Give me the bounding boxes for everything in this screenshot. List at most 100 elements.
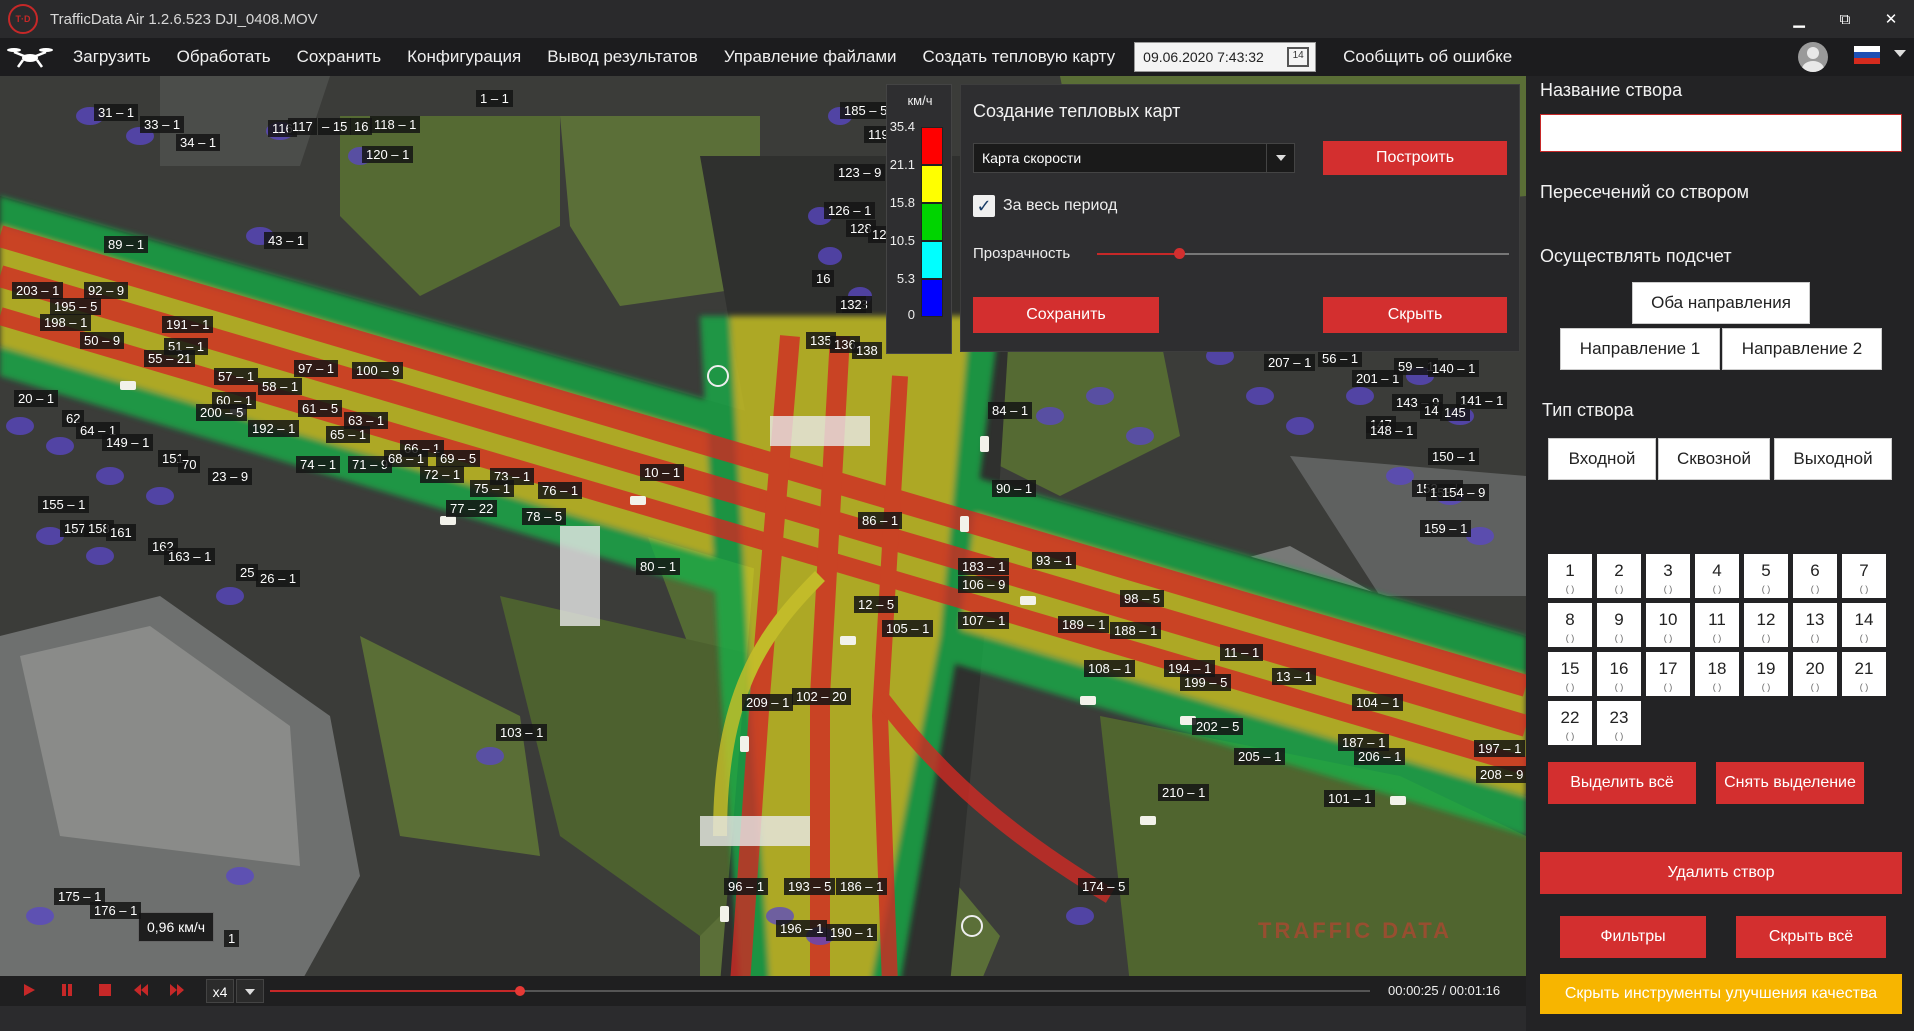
type-in-button[interactable]: Входной [1548, 438, 1656, 480]
lane-number: 14 [1854, 610, 1874, 629]
lane-count: ( ) [1663, 682, 1673, 692]
lane-number-cell[interactable]: 22 ( ) [1548, 701, 1592, 745]
lane-number: 12 [1756, 610, 1776, 629]
track-label: 68 – 1 [384, 450, 429, 467]
track-label: 140 – 1 [1428, 360, 1480, 377]
lane-number-cell[interactable]: 15 ( ) [1548, 652, 1592, 696]
track-label: 74 – 1 [296, 456, 341, 473]
track-label: 20 – 1 [14, 390, 59, 407]
map-type-select[interactable]: Карта скорости [973, 143, 1295, 173]
lane-number-cell[interactable]: 13 ( ) [1793, 603, 1837, 647]
lane-count: ( ) [1614, 633, 1624, 643]
stop-icon[interactable] [98, 983, 112, 997]
close-button[interactable]: ✕ [1868, 0, 1914, 38]
rewind-icon[interactable] [134, 983, 148, 997]
calendar-icon[interactable]: 14 [1287, 47, 1310, 67]
lane-count: ( ) [1810, 633, 1820, 643]
lane-number-cell[interactable]: 23 ( ) [1597, 701, 1641, 745]
lane-number-cell[interactable]: 8 ( ) [1548, 603, 1592, 647]
track-label: 33 – 1 [140, 116, 185, 133]
lane-number-cell[interactable]: 10 ( ) [1646, 603, 1690, 647]
transparency-slider-thumb[interactable] [1174, 248, 1186, 259]
track-label: 208 – 9 [1476, 766, 1526, 783]
russian-flag-icon[interactable] [1854, 46, 1880, 64]
datetime-field[interactable]: 09.06.2020 7:43:32 14 [1134, 42, 1317, 72]
chevron-down-icon[interactable] [1266, 144, 1294, 172]
delete-section-button[interactable]: Удалить створ [1540, 852, 1902, 894]
menu-save[interactable]: Сохранить [284, 38, 394, 76]
build-button[interactable]: Построить [1323, 141, 1507, 175]
lane-number-cell[interactable]: 7 ( ) [1842, 554, 1886, 598]
lane-number-cell[interactable]: 16 ( ) [1597, 652, 1641, 696]
speed-dropdown-icon[interactable] [236, 979, 264, 1003]
track-label: – 15 [318, 118, 352, 135]
time-display: 00:00:25 / 00:01:16 [1388, 983, 1500, 998]
lane-number-cell[interactable]: 5 ( ) [1744, 554, 1788, 598]
track-label: 209 – 1 [742, 694, 794, 711]
deselect-all-button[interactable]: Снять выделение [1716, 762, 1864, 804]
lane-count: ( ) [1859, 633, 1869, 643]
type-out-button[interactable]: Выходной [1774, 438, 1892, 480]
minimize-button[interactable]: ▁ [1776, 0, 1822, 38]
track-label: 138 [852, 342, 882, 359]
heatmap-panel: Создание тепловых карт Карта скорости По… [960, 84, 1520, 352]
lane-number: 17 [1658, 659, 1678, 678]
track-label: 107 – 1 [958, 612, 1010, 629]
track-label: 89 – 1 [104, 236, 149, 253]
track-label: 78 – 5 [522, 508, 567, 525]
pause-icon[interactable] [60, 983, 74, 997]
lane-number-cell[interactable]: 20 ( ) [1793, 652, 1837, 696]
track-label: 75 – 1 [470, 480, 515, 497]
track-label: 1 [224, 930, 240, 947]
filters-button[interactable]: Фильтры [1560, 916, 1706, 958]
hide-quality-tools-button[interactable]: Скрыть инструменты улучшения качества [1540, 974, 1902, 1014]
lane-number-cell[interactable]: 19 ( ) [1744, 652, 1788, 696]
lane-number-cell[interactable]: 21 ( ) [1842, 652, 1886, 696]
language-dropdown-icon[interactable] [1894, 50, 1906, 57]
lane-number-cell[interactable]: 11 ( ) [1695, 603, 1739, 647]
menu-report-bug[interactable]: Сообщить об ошибке [1330, 38, 1525, 76]
lane-number-cell[interactable]: 17 ( ) [1646, 652, 1690, 696]
lane-number-cell[interactable]: 12 ( ) [1744, 603, 1788, 647]
track-label: 55 – 21 [144, 350, 196, 367]
track-label: 97 – 1 [294, 360, 339, 377]
drone-icon[interactable] [0, 38, 60, 76]
type-through-button[interactable]: Сквозной [1658, 438, 1770, 480]
lane-number-cell[interactable]: 1 ( ) [1548, 554, 1592, 598]
hide-heatmap-button[interactable]: Скрыть [1323, 297, 1507, 333]
whole-period-label: За весь период [1003, 197, 1118, 214]
user-avatar-icon[interactable] [1798, 42, 1828, 72]
whole-period-checkbox[interactable]: ✓ [973, 195, 995, 217]
select-all-button[interactable]: Выделить всё [1548, 762, 1696, 804]
menu-configuration[interactable]: Конфигурация [394, 38, 534, 76]
lane-number-cell[interactable]: 14 ( ) [1842, 603, 1886, 647]
total-time: 00:01:16 [1449, 983, 1501, 998]
section-name-input[interactable] [1540, 114, 1902, 152]
track-label: 92 – 9 [84, 282, 129, 299]
direction-1-button[interactable]: Направление 1 [1560, 328, 1720, 370]
menu-load[interactable]: Загрузить [60, 38, 164, 76]
menu-process[interactable]: Обработать [164, 38, 284, 76]
play-icon[interactable] [22, 983, 36, 997]
lane-count: ( ) [1712, 584, 1722, 594]
lane-number-cell[interactable]: 3 ( ) [1646, 554, 1690, 598]
lane-number-cell[interactable]: 6 ( ) [1793, 554, 1837, 598]
timeline-progress [270, 990, 520, 992]
hide-all-button[interactable]: Скрыть всё [1736, 916, 1886, 958]
fast-forward-icon[interactable] [170, 983, 184, 997]
lane-number-cell[interactable]: 2 ( ) [1597, 554, 1641, 598]
restore-button[interactable]: ⧉ [1822, 0, 1868, 38]
save-heatmap-button[interactable]: Сохранить [973, 297, 1159, 333]
track-label: 70 [178, 456, 201, 473]
menu-file-management[interactable]: Управление файлами [711, 38, 910, 76]
menu-output-results[interactable]: Вывод результатов [534, 38, 711, 76]
timeline-thumb[interactable] [514, 986, 525, 996]
playback-speed[interactable]: x4 [206, 979, 234, 1003]
lane-number-cell[interactable]: 4 ( ) [1695, 554, 1739, 598]
menu-create-heatmap[interactable]: Создать тепловую карту [910, 38, 1129, 76]
direction-2-button[interactable]: Направление 2 [1722, 328, 1882, 370]
lane-count: ( ) [1565, 584, 1575, 594]
lane-number-cell[interactable]: 9 ( ) [1597, 603, 1641, 647]
both-directions-button[interactable]: Оба направления [1632, 282, 1810, 324]
lane-number-cell[interactable]: 18 ( ) [1695, 652, 1739, 696]
